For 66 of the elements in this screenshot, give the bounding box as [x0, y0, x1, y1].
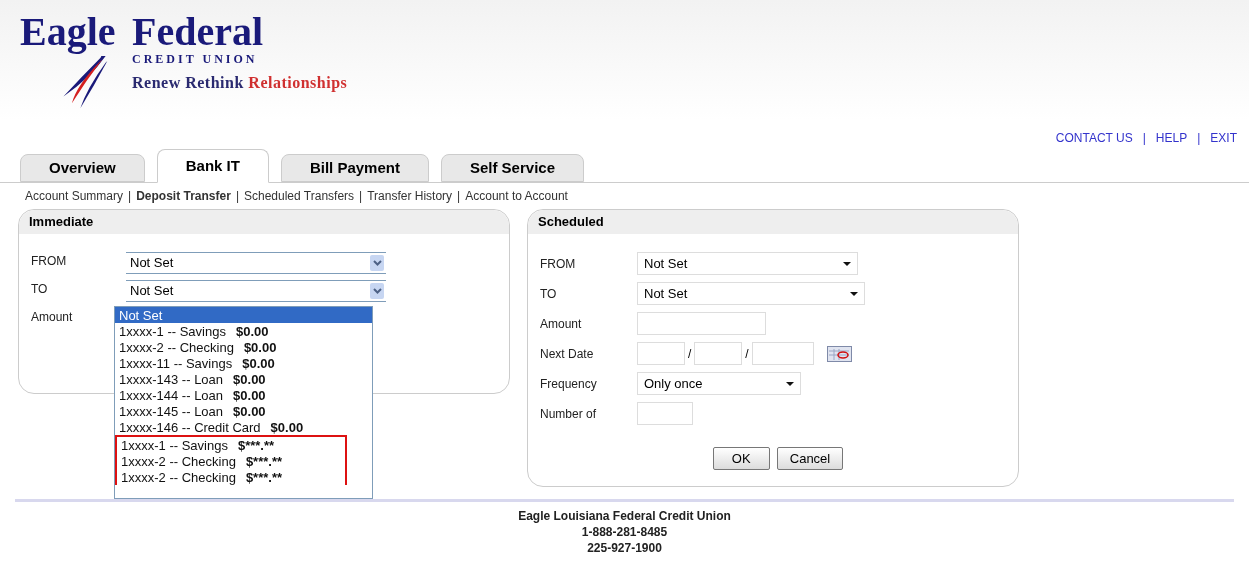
top-link[interactable]: HELP	[1155, 129, 1188, 147]
chevron-icon	[370, 255, 384, 271]
logo-subtitle: CREDIT UNION	[132, 52, 259, 67]
dropdown-option[interactable]: 1xxxx-146 -- Credit Card $0.00	[115, 419, 372, 435]
separator: |	[457, 188, 461, 205]
dropdown-option[interactable]: Not Set	[115, 307, 372, 323]
subnav-link[interactable]: Deposit Transfer	[136, 187, 231, 205]
field-label: Amount	[540, 315, 583, 333]
dropdown-option[interactable]: 1xxxx-145 -- Loan $0.00	[115, 403, 372, 419]
field-label: FROM	[31, 253, 68, 270]
top-link[interactable]: EXIT	[1210, 129, 1237, 147]
footer-text: Eagle Louisiana Federal Credit Union	[518, 508, 731, 524]
tab[interactable]: Bill Payment	[280, 154, 429, 182]
logo-text: Federal	[132, 12, 265, 52]
dropdown-option[interactable]: 1xxxx-2 -- Checking $***.**	[117, 453, 345, 469]
panel-title: Scheduled	[538, 213, 604, 232]
chevron-icon	[370, 283, 384, 299]
calendar-icon[interactable]	[826, 345, 852, 362]
field-label: FROM	[540, 255, 577, 273]
separator: |	[1142, 130, 1146, 147]
footer-text: 1-888-281-8485	[581, 524, 668, 540]
dropdown[interactable]: Not Set	[126, 252, 386, 274]
dialog-button[interactable]: OK	[712, 447, 770, 470]
field-label: Number of	[540, 405, 598, 423]
tab[interactable]: Self Service	[440, 154, 584, 182]
caret-icon	[850, 291, 858, 296]
dropdown-option[interactable]: 1xxxx-143 -- Loan $0.00	[115, 371, 372, 387]
logo-tagline: Renew Rethink Relationships	[132, 73, 348, 94]
input-field[interactable]	[637, 402, 693, 425]
dropdown-option[interactable]: 1xxxx-2 -- Checking $0.00	[115, 339, 372, 355]
date-separator: /	[688, 345, 692, 363]
subnav-link[interactable]: Transfer History	[367, 187, 453, 205]
field-label: TO	[540, 285, 558, 303]
subnav-link[interactable]: Account Summary	[25, 187, 124, 205]
separator: |	[235, 188, 239, 205]
separator: |	[359, 188, 363, 205]
dropdown[interactable]: Not Set	[637, 252, 858, 275]
tab[interactable]: Bank IT	[156, 149, 269, 183]
field-label: TO	[31, 281, 49, 298]
logo-text: Eagle	[20, 12, 116, 52]
footer-text: 225-927-1900	[587, 540, 662, 556]
dropdown[interactable]: Not Set	[126, 280, 386, 302]
input-field[interactable]	[637, 342, 685, 365]
dropdown-option[interactable]: 1xxxx-144 -- Loan $0.00	[115, 387, 372, 403]
input-field[interactable]	[694, 342, 743, 365]
dropdown-option[interactable]: 1xxxx-2 -- Checking $***.**	[117, 469, 345, 485]
caret-icon	[843, 261, 851, 266]
panel-title: Immediate	[29, 213, 94, 232]
dropdown-option[interactable]: 1xxxx-1 -- Savings $***.**	[117, 437, 345, 453]
dialog-button[interactable]: Cancel	[776, 447, 844, 470]
dropdown[interactable]: Only once	[637, 372, 801, 395]
separator: |	[128, 188, 132, 205]
input-field[interactable]	[751, 342, 814, 365]
date-separator: /	[745, 345, 749, 363]
tab[interactable]: Overview	[20, 154, 145, 182]
dropdown[interactable]: Not Set	[637, 282, 865, 305]
field-label: Frequency	[540, 375, 598, 393]
separator: |	[1197, 130, 1201, 147]
field-label: Next Date	[540, 345, 595, 363]
subnav-link[interactable]: Scheduled Transfers	[244, 187, 355, 205]
caret-icon	[786, 381, 794, 386]
dropdown-option[interactable]: 1xxxx-11 -- Savings $0.00	[115, 355, 372, 371]
subnav-link[interactable]: Account to Account	[465, 187, 568, 205]
top-link[interactable]: CONTACT US	[1055, 129, 1133, 147]
input-field[interactable]	[637, 312, 766, 335]
dropdown-option[interactable]: 1xxxx-1 -- Savings $0.00	[115, 323, 372, 339]
